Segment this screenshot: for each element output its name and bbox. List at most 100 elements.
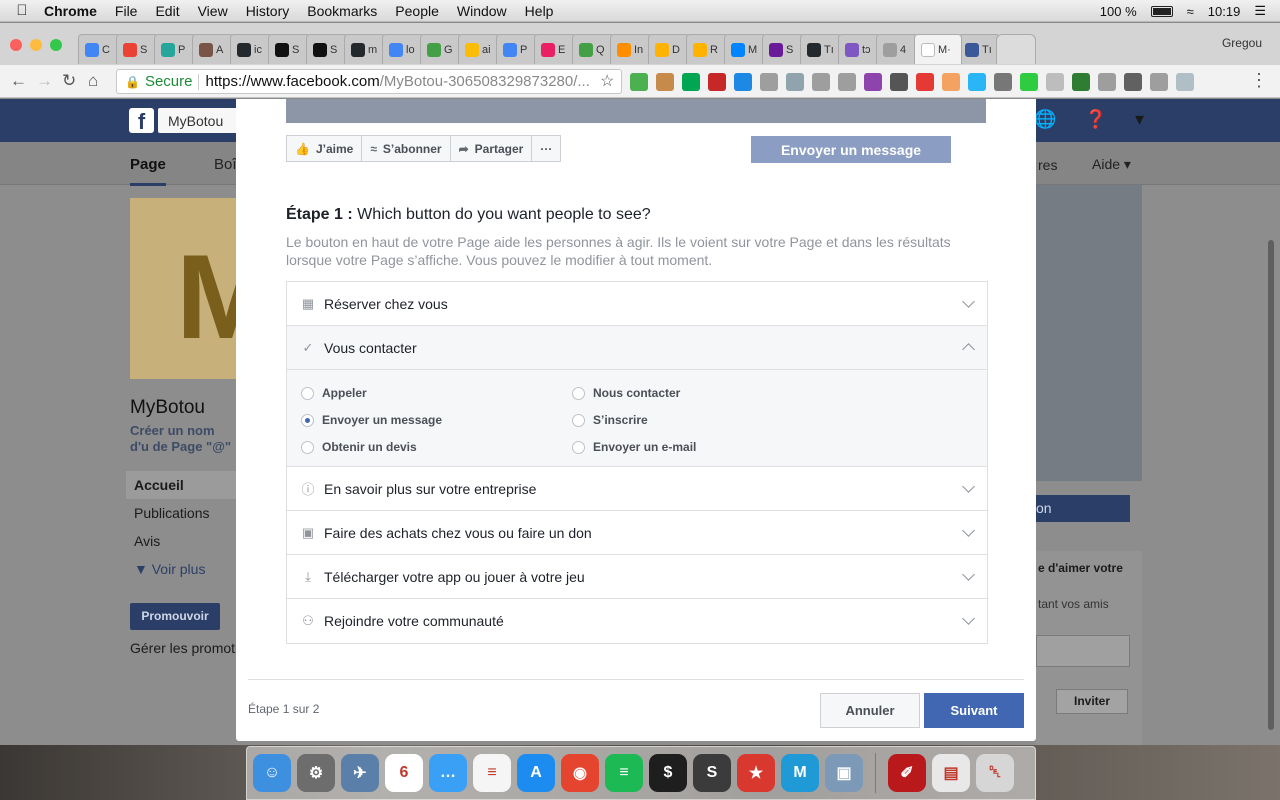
battery-icon[interactable] xyxy=(1150,5,1173,17)
browser-tab[interactable]: Tı xyxy=(958,34,1000,64)
browser-tab[interactable]: lo xyxy=(382,34,424,64)
manage-promotions-link[interactable]: Gérer les promoti xyxy=(130,640,238,656)
browser-tab[interactable]: S xyxy=(116,34,158,64)
browser-tab[interactable]: S xyxy=(268,34,310,64)
browser-tab[interactable]: M· xyxy=(914,34,962,64)
browser-tab[interactable]: M xyxy=(724,34,766,64)
page-username-prompt[interactable]: Créer un nom d'u de Page "@" xyxy=(130,423,236,455)
next-button[interactable]: Suivant xyxy=(924,693,1024,728)
extension-icon[interactable] xyxy=(812,73,830,91)
terminal-icon[interactable]: $ xyxy=(649,754,687,792)
chevron-down-icon[interactable] xyxy=(962,612,975,625)
category-row[interactable]: ⓘ En savoir plus sur votre entreprise xyxy=(287,467,987,511)
bookmark-star-icon[interactable]: ☆ xyxy=(600,71,614,91)
close-window-button[interactable] xyxy=(10,39,22,51)
extension-icon[interactable] xyxy=(1098,73,1116,91)
chevron-down-icon[interactable] xyxy=(962,480,975,493)
extension-icon[interactable] xyxy=(760,73,778,91)
pdf-icon[interactable]: ✐ xyxy=(888,754,926,792)
documents-icon[interactable]: ▤ xyxy=(932,754,970,792)
extension-icon[interactable] xyxy=(864,73,882,91)
chevron-down-icon[interactable] xyxy=(962,295,975,308)
page-scrollbar[interactable] xyxy=(1268,240,1274,730)
browser-tab[interactable]: 4 xyxy=(876,34,918,64)
image-capture-icon[interactable]: ▣ xyxy=(825,754,863,792)
radio-button[interactable] xyxy=(301,440,314,454)
invite-button[interactable]: Inviter xyxy=(1056,689,1128,714)
extension-icon[interactable] xyxy=(916,73,934,91)
sidenav-see-more[interactable]: ▼ Voir plus xyxy=(126,555,236,583)
category-row[interactable]: ✓ Vous contacter xyxy=(287,326,987,370)
chrome-menu-icon[interactable]: ⋮ xyxy=(1250,70,1268,91)
contact-option[interactable]: Appeler xyxy=(301,384,572,402)
extension-icon[interactable] xyxy=(890,73,908,91)
sublime-text-icon[interactable]: S xyxy=(693,754,731,792)
wifi-icon[interactable]: ≈ xyxy=(1187,4,1194,19)
extension-icon[interactable] xyxy=(734,73,752,91)
facebook-logo-icon[interactable]: f xyxy=(129,108,154,134)
globe-icon[interactable]: 🌐 xyxy=(1034,109,1056,130)
extension-icon[interactable] xyxy=(994,73,1012,91)
extension-icon[interactable] xyxy=(1046,73,1064,91)
back-arrow-icon[interactable]: ← xyxy=(10,71,27,91)
finder-icon[interactable]: ☺ xyxy=(253,754,291,792)
browser-tab[interactable]: In xyxy=(610,34,652,64)
sidenav-home[interactable]: Accueil xyxy=(126,471,236,499)
facebook-search[interactable]: MyBotou xyxy=(158,108,238,133)
browser-tab[interactable]: S xyxy=(762,34,804,64)
sidenav-posts[interactable]: Publications xyxy=(126,499,236,527)
browser-tab[interactable]: A xyxy=(192,34,234,64)
chrome-icon[interactable]: ◉ xyxy=(561,754,599,792)
menu-window[interactable]: Window xyxy=(457,3,507,19)
extension-icon[interactable] xyxy=(1176,73,1194,91)
category-row[interactable]: ⤓ Télécharger votre app ou jouer à votre … xyxy=(287,555,987,599)
chevron-up-icon[interactable] xyxy=(962,343,975,356)
browser-tab[interactable]: E xyxy=(534,34,576,64)
browser-tab[interactable]: P xyxy=(154,34,196,64)
extension-icon[interactable] xyxy=(838,73,856,91)
extension-icon[interactable] xyxy=(786,73,804,91)
browser-tab[interactable]: tɔ xyxy=(838,34,880,64)
account-menu-icon[interactable]: ▾ xyxy=(1135,109,1144,130)
browser-tab[interactable]: m xyxy=(344,34,386,64)
extension-icon[interactable] xyxy=(708,73,726,91)
browser-tab[interactable]: D xyxy=(648,34,690,64)
category-row[interactable]: ▦ Réserver chez vous xyxy=(287,282,987,326)
extension-icon[interactable] xyxy=(968,73,986,91)
radio-button[interactable] xyxy=(572,440,585,454)
contact-option[interactable]: Envoyer un message xyxy=(301,411,572,429)
tab-page[interactable]: Page xyxy=(130,156,166,186)
extension-icon[interactable] xyxy=(682,73,700,91)
app-store-icon[interactable]: A xyxy=(517,754,555,792)
help-icon[interactable]: ❓ xyxy=(1085,109,1107,130)
cancel-button[interactable]: Annuler xyxy=(820,693,920,728)
browser-tab[interactable]: G xyxy=(420,34,462,64)
menu-help[interactable]: Help xyxy=(525,3,554,19)
contact-option[interactable]: Obtenir un devis xyxy=(301,438,572,456)
browser-tab[interactable]: C xyxy=(78,34,120,64)
radio-button[interactable] xyxy=(572,413,585,427)
address-bar[interactable]: 🔒 Secure https://www.facebook.com /MyBot… xyxy=(116,69,622,94)
reload-icon[interactable]: ↻ xyxy=(62,71,76,91)
tab-inbox[interactable]: Boî xyxy=(214,156,237,173)
promote-button[interactable]: Promouvoir xyxy=(130,603,220,630)
browser-tab[interactable]: R xyxy=(686,34,728,64)
contact-option[interactable]: S’inscrire xyxy=(572,411,843,429)
radio-button[interactable] xyxy=(572,386,585,400)
cover-action-button[interactable]: on xyxy=(1036,495,1130,522)
wunderlist-icon[interactable]: ★ xyxy=(737,754,775,792)
menu-bookmarks[interactable]: Bookmarks xyxy=(307,3,377,19)
extension-icon[interactable] xyxy=(942,73,960,91)
profile-button[interactable]: Gregou xyxy=(1222,36,1262,50)
reminders-icon[interactable]: ≡ xyxy=(473,754,511,792)
menu-history[interactable]: History xyxy=(246,3,290,19)
system-preferences-icon[interactable]: ⚙ xyxy=(297,754,335,792)
browser-tab[interactable]: S xyxy=(306,34,348,64)
home-icon[interactable]: ⌂ xyxy=(88,71,98,91)
extension-icon[interactable] xyxy=(1150,73,1168,91)
trash-icon[interactable]: ␡ xyxy=(976,754,1014,792)
extension-icon[interactable] xyxy=(1020,73,1038,91)
browser-tab[interactable]: ic xyxy=(230,34,272,64)
radio-button[interactable] xyxy=(301,413,314,427)
extension-icon[interactable] xyxy=(630,73,648,91)
